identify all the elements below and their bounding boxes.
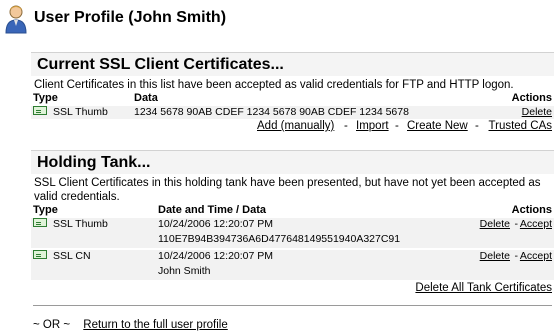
accept-button[interactable]: Accept bbox=[520, 250, 552, 262]
cert-type: SSL CN bbox=[53, 250, 91, 262]
column-actions: Actions bbox=[511, 92, 552, 104]
tank-table-header: Type Date and Time / Data Actions bbox=[31, 204, 554, 218]
add-manually-link[interactable]: Add (manually) bbox=[257, 120, 334, 132]
column-type: Type bbox=[33, 204, 58, 216]
current-certificates-description: Client Certificates in this list have be… bbox=[34, 79, 514, 91]
holding-tank-heading: Holding Tank... bbox=[31, 150, 554, 174]
separator: - bbox=[344, 120, 348, 132]
user-icon bbox=[5, 5, 27, 34]
certificate-icon bbox=[33, 218, 47, 227]
page-title: User Profile (John Smith) bbox=[34, 9, 227, 26]
separator: - bbox=[395, 120, 399, 132]
page-header: User Profile (John Smith) bbox=[0, 0, 558, 36]
certificate-icon bbox=[33, 106, 47, 115]
column-type: Type bbox=[33, 92, 58, 104]
current-certificates-heading: Current SSL Client Certificates... bbox=[31, 52, 554, 76]
separator: - bbox=[514, 250, 519, 262]
delete-button[interactable]: Delete bbox=[480, 218, 510, 230]
delete-button[interactable]: Delete bbox=[522, 106, 552, 118]
delete-all-tank-link[interactable]: Delete All Tank Certificates bbox=[415, 282, 552, 294]
return-row: ~ OR ~ Return to the full user profile bbox=[33, 319, 228, 331]
cert-type: SSL Thumb bbox=[53, 218, 108, 230]
column-actions: Actions bbox=[511, 204, 552, 216]
trusted-cas-link[interactable]: Trusted CAs bbox=[489, 120, 552, 132]
table-row: SSL Thumb 10/24/2006 12:20:07 PM 110E7B9… bbox=[31, 218, 554, 248]
cert-datetime: 10/24/2006 12:20:07 PM bbox=[158, 218, 274, 230]
column-data: Data bbox=[134, 92, 158, 104]
current-certificates-section: Current SSL Client Certificates... Clien… bbox=[31, 52, 554, 134]
return-to-profile-link[interactable]: Return to the full user profile bbox=[83, 319, 227, 331]
cert-type: SSL Thumb bbox=[53, 106, 108, 118]
certificate-actions: Add (manually) - Import - Create New - T… bbox=[31, 120, 554, 134]
accept-button[interactable]: Accept bbox=[520, 218, 552, 230]
create-new-link[interactable]: Create New bbox=[407, 120, 468, 132]
cert-data: 1234 5678 90AB CDEF 1234 5678 90AB CDEF … bbox=[134, 106, 409, 118]
or-label: ~ OR ~ bbox=[33, 319, 71, 331]
delete-button[interactable]: Delete bbox=[480, 250, 510, 262]
table-row: SSL Thumb 1234 5678 90AB CDEF 1234 5678 … bbox=[31, 106, 554, 119]
cert-datetime: 10/24/2006 12:20:07 PM bbox=[158, 250, 274, 262]
holding-tank-title: Holding Tank... bbox=[37, 154, 151, 171]
tank-actions: Delete All Tank Certificates bbox=[31, 282, 554, 296]
holding-tank-description: SSL Client Certificates in this holding … bbox=[34, 177, 541, 203]
divider bbox=[33, 305, 552, 306]
cert-data: 110E7B94B394736A6D477648149551940A327C91 bbox=[158, 233, 401, 245]
current-table-header: Type Data Actions bbox=[31, 92, 554, 106]
holding-tank-section: Holding Tank... SSL Client Certificates … bbox=[31, 150, 554, 296]
column-date-data: Date and Time / Data bbox=[158, 204, 266, 216]
separator: - bbox=[514, 218, 519, 230]
import-link[interactable]: Import bbox=[356, 120, 389, 132]
current-certificates-title: Current SSL Client Certificates... bbox=[37, 56, 284, 73]
cert-data: John Smith bbox=[158, 265, 211, 277]
separator: - bbox=[475, 120, 479, 132]
certificate-icon bbox=[33, 250, 47, 259]
table-row: SSL CN 10/24/2006 12:20:07 PM John Smith… bbox=[31, 250, 554, 280]
